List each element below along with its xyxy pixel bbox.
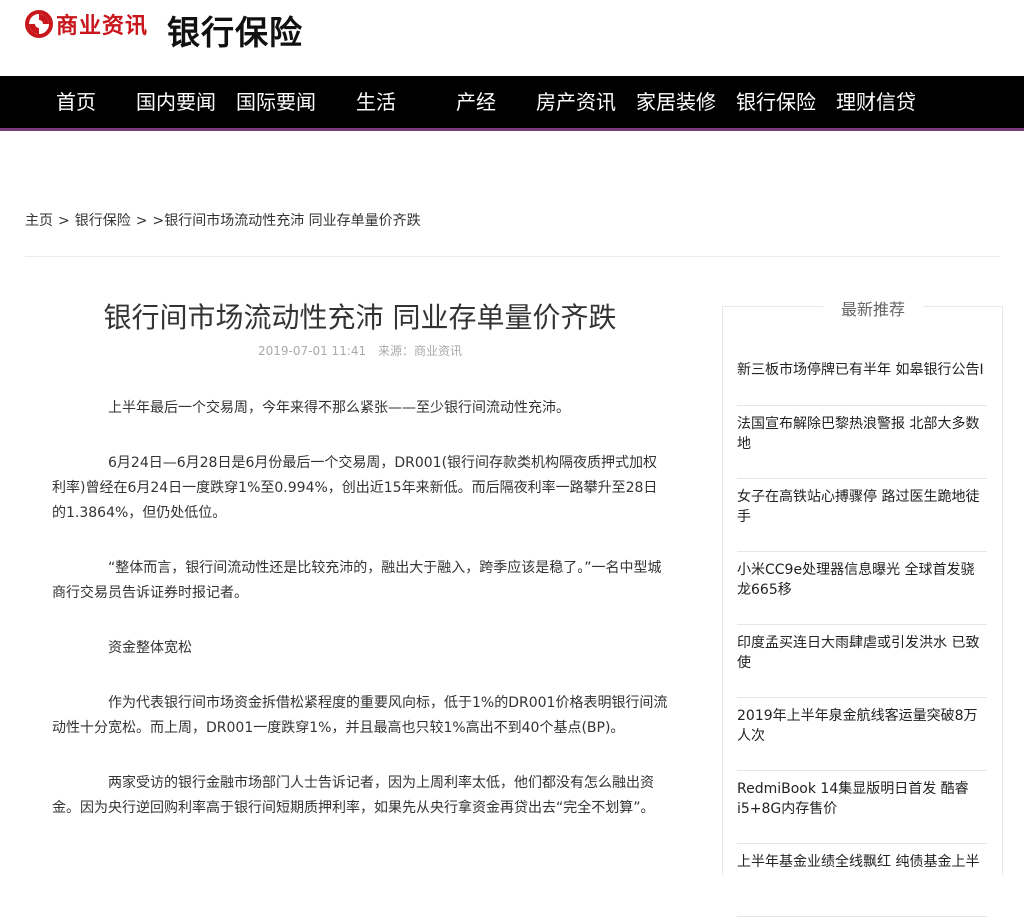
article-title: 银行间市场流动性充沛 同业存单量价齐跌 (103, 301, 617, 334)
nav-item-domestic-news[interactable]: 国内要闻 (136, 76, 216, 128)
article-paragraph: 6月24日—6月28日是6月份最后一个交易周，DR001(银行间存款类机构隔夜质… (52, 455, 658, 521)
recommend-link[interactable]: RedmiBook 14集显版明日首发 酷睿i5+8G内存售价 (737, 779, 987, 819)
breadcrumb-divider (25, 256, 1000, 257)
recommend-link[interactable]: 小米CC9e处理器信息曝光 全球首发骁龙665移 (737, 560, 987, 600)
recommend-link[interactable]: 女子在高铁站心搏骤停 路过医生跪地徒手 (737, 487, 987, 527)
nav-item-home-decor[interactable]: 家居装修 (636, 76, 716, 128)
recommend-link[interactable]: 法国宣布解除巴黎热浪警报 北部大多数地 (737, 414, 987, 454)
breadcrumb-category-link[interactable]: 银行保险 (75, 213, 131, 229)
list-item: 印度孟买连日大雨肆虐或引发洪水 已致使 (737, 625, 987, 698)
list-item: 2019年上半年泉金航线客运量突破8万人次 (737, 698, 987, 771)
site-header: 商业资讯 银行保险 (0, 0, 1024, 76)
article-source: 来源：商业资讯 (377, 344, 462, 358)
list-item: RedmiBook 14集显版明日首发 酷睿i5+8G内存售价 (737, 771, 987, 844)
article-paragraph: 上半年最后一个交易周，今年来得不那么紧张——至少银行间流动性充沛。 (108, 400, 570, 416)
nav-item-life[interactable]: 生活 (356, 76, 396, 128)
nav-item-home[interactable]: 首页 (56, 76, 96, 128)
recommend-link[interactable]: 2019年上半年泉金航线客运量突破8万人次 (737, 706, 987, 746)
logo-swirl-icon (25, 10, 53, 38)
recommend-link[interactable]: 印度孟买连日大雨肆虐或引发洪水 已致使 (737, 633, 987, 673)
breadcrumb-home-link[interactable]: 主页 (25, 213, 53, 229)
article-paragraph: “整体而言，银行间流动性还是比较充沛的，融出大于融入，跨季应该是稳了。”一名中型… (52, 560, 662, 601)
article-date: 2019-07-01 11:41 (258, 344, 367, 358)
list-item: 上半年基金业绩全线飘红 纯债基金上半 (737, 844, 987, 917)
list-item: 新三板市场停牌已有半年 如皋银行公告I (737, 352, 987, 406)
recommend-link[interactable]: 新三板市场停牌已有半年 如皋银行公告I (737, 360, 987, 380)
list-item: 法国宣布解除巴黎热浪警报 北部大多数地 (737, 406, 987, 479)
article-subheading: 资金整体宽松 (108, 640, 192, 656)
list-item: 女子在高铁站心搏骤停 路过医生跪地徒手 (737, 479, 987, 552)
nav-item-banking-insurance[interactable]: 银行保险 (736, 76, 816, 128)
recommend-link[interactable]: 上半年基金业绩全线飘红 纯债基金上半 (737, 852, 987, 872)
main-nav: 首页 国内要闻 国际要闻 生活 产经 房产资讯 家居装修 银行保险 理财信贷 (0, 76, 1024, 131)
recommend-list: 新三板市场停牌已有半年 如皋银行公告I 法国宣布解除巴黎热浪警报 北部大多数地 … (737, 352, 987, 917)
list-item: 小米CC9e处理器信息曝光 全球首发骁龙665移 (737, 552, 987, 625)
article-meta: 2019-07-01 11:41 来源：商业资讯 (40, 342, 680, 359)
nav-item-international-news[interactable]: 国际要闻 (236, 76, 316, 128)
nav-item-real-estate[interactable]: 房产资讯 (536, 76, 616, 128)
logo-text: 商业资讯 (56, 14, 149, 39)
sidebar-title: 最新推荐 (823, 296, 924, 320)
site-logo[interactable]: 商业资讯 (24, 8, 148, 40)
article-body: 上半年最后一个交易周，今年来得不那么紧张——至少银行间流动性充沛。 6月24日—… (52, 396, 668, 851)
article-paragraph: 两家受访的银行金融市场部门人士告诉记者，因为上周利率太低，他们都没有怎么融出资金… (52, 775, 655, 816)
breadcrumb-separator: > (135, 213, 148, 229)
article-paragraph: 作为代表银行间市场资金拆借松紧程度的重要风向标，低于1%的DR001价格表明银行… (52, 695, 668, 736)
breadcrumb: 主页 > 银行保险 > >银行间市场流动性充沛 同业存单量价齐跌 (25, 210, 421, 230)
breadcrumb-current: >银行间市场流动性充沛 同业存单量价齐跌 (152, 213, 421, 229)
channel-title: 银行保险 (167, 13, 303, 52)
nav-item-finance-credit[interactable]: 理财信贷 (836, 76, 916, 128)
recommend-sidebar: 最新推荐 新三板市场停牌已有半年 如皋银行公告I 法国宣布解除巴黎热浪警报 北部… (722, 296, 1003, 917)
nav-item-industry[interactable]: 产经 (456, 76, 496, 128)
breadcrumb-separator: > (58, 213, 70, 229)
